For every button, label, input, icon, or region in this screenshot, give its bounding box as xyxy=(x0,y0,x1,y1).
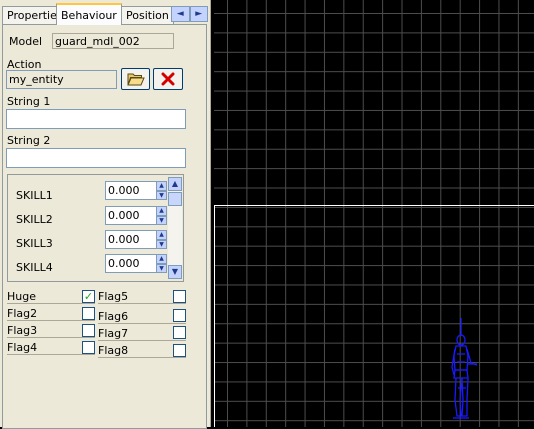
flag3-checkbox[interactable] xyxy=(82,324,95,337)
tab-strip: Properties Behaviour Position ◄ ► xyxy=(0,0,210,26)
skill4-spinner[interactable]: ▲ ▼ xyxy=(156,254,167,273)
string2-input[interactable] xyxy=(6,148,186,168)
flag4-label: Flag4 xyxy=(7,341,38,354)
skill1-value: 0.000 xyxy=(108,184,140,197)
tab-scroll: ◄ ► xyxy=(171,6,208,22)
string1-label: String 1 xyxy=(7,95,51,108)
tab-scroll-right-icon[interactable]: ► xyxy=(189,6,208,22)
flag5-label: Flag5 xyxy=(98,290,129,303)
tab-scroll-left-icon[interactable]: ◄ xyxy=(171,6,190,22)
flag6-checkbox[interactable] xyxy=(173,309,186,322)
flag8-checkbox[interactable] xyxy=(173,344,186,357)
flag8-label: Flag8 xyxy=(98,344,129,357)
flag2-checkbox[interactable] xyxy=(82,307,95,320)
model-label: Model xyxy=(9,35,43,48)
viewport-axis-vertical xyxy=(214,205,215,427)
flag-huge-checkbox[interactable]: ✓ xyxy=(82,290,95,303)
skill2-label: SKILL2 xyxy=(16,213,53,226)
skill3-input[interactable]: 0.000 xyxy=(105,230,157,249)
flag-huge-label: Huge xyxy=(7,290,36,303)
skills-list: SKILL1 0.000 ▲ ▼ SKILL2 0.000 ▲ ▼ SKILL3 0… xyxy=(7,174,184,282)
scroll-thumb[interactable] xyxy=(168,192,182,206)
string2-label: String 2 xyxy=(7,134,51,147)
open-action-button[interactable] xyxy=(121,68,150,90)
spin-up-icon[interactable]: ▲ xyxy=(156,230,167,240)
action-field[interactable]: my_entity xyxy=(6,70,117,89)
tab-behaviour[interactable]: Behaviour xyxy=(56,3,122,25)
action-value: my_entity xyxy=(9,73,64,86)
scroll-down-icon[interactable]: ▼ xyxy=(168,265,182,279)
skills-scrollbar[interactable]: ▲ ▼ xyxy=(168,177,182,279)
skill3-value: 0.000 xyxy=(108,233,140,246)
flag2-label: Flag2 xyxy=(7,307,38,320)
folder-open-icon xyxy=(126,73,145,86)
flag6-label: Flag6 xyxy=(98,310,129,323)
viewport-axis-horizontal xyxy=(214,205,534,206)
skill2-spinner[interactable]: ▲ ▼ xyxy=(156,206,167,225)
skill1-label: SKILL1 xyxy=(16,189,53,202)
clear-action-button[interactable] xyxy=(153,68,183,90)
skill2-value: 0.000 xyxy=(108,209,140,222)
spin-up-icon[interactable]: ▲ xyxy=(156,206,167,216)
red-x-icon xyxy=(161,72,175,86)
skill4-label: SKILL4 xyxy=(16,261,53,274)
flag4-checkbox[interactable] xyxy=(82,341,95,354)
flag5-checkbox[interactable] xyxy=(173,290,186,303)
skill3-label: SKILL3 xyxy=(16,237,53,250)
spin-down-icon[interactable]: ▼ xyxy=(156,263,167,273)
model-field: guard_mdl_002 xyxy=(52,33,174,49)
tab-properties-label: Properties xyxy=(7,9,63,22)
model-value: guard_mdl_002 xyxy=(55,35,140,48)
tab-behaviour-label: Behaviour xyxy=(61,9,117,22)
skill4-input[interactable]: 0.000 xyxy=(105,254,157,273)
skill3-spinner[interactable]: ▲ ▼ xyxy=(156,230,167,249)
flag7-checkbox[interactable] xyxy=(173,326,186,339)
tab-position[interactable]: Position xyxy=(121,6,174,24)
property-panel: Properties Behaviour Position ◄ ► Model … xyxy=(0,0,211,429)
spin-down-icon[interactable]: ▼ xyxy=(156,239,167,249)
skill1-input[interactable]: 0.000 xyxy=(105,181,157,200)
string1-input[interactable] xyxy=(6,109,186,129)
flag7-label: Flag7 xyxy=(98,327,129,340)
skill2-input[interactable]: 0.000 xyxy=(105,206,157,225)
skill4-value: 0.000 xyxy=(108,257,140,270)
flag3-label: Flag3 xyxy=(7,324,38,337)
tab-position-label: Position xyxy=(126,9,169,22)
spin-down-icon[interactable]: ▼ xyxy=(156,215,167,225)
scroll-up-icon[interactable]: ▲ xyxy=(168,177,182,191)
spin-down-icon[interactable]: ▼ xyxy=(156,190,167,200)
skill1-spinner[interactable]: ▲ ▼ xyxy=(156,181,167,200)
spin-up-icon[interactable]: ▲ xyxy=(156,181,167,191)
guard-model-wireframe[interactable] xyxy=(447,318,481,422)
3d-viewport[interactable] xyxy=(211,0,534,427)
spin-up-icon[interactable]: ▲ xyxy=(156,254,167,264)
